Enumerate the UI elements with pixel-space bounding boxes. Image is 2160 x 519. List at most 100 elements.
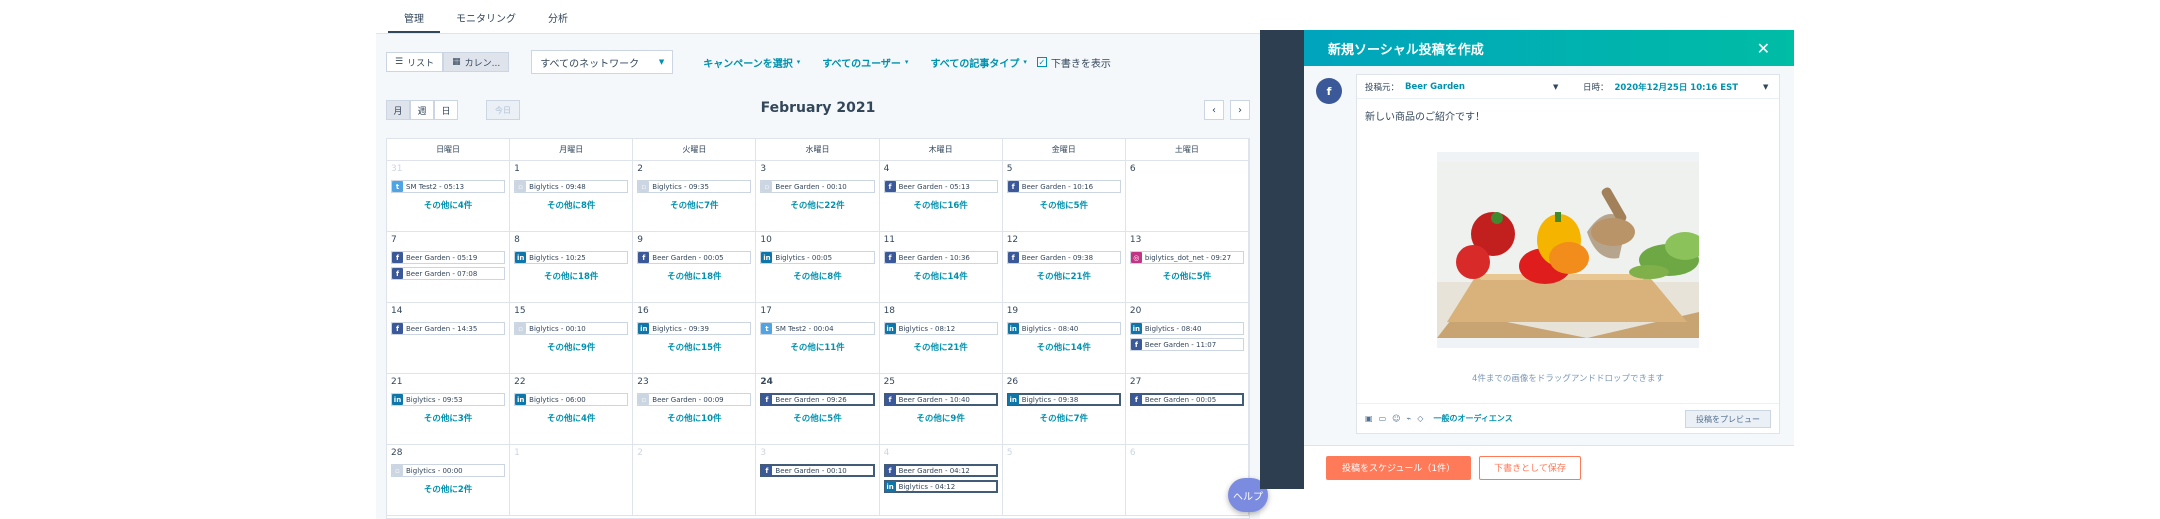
calendar-day[interactable]: 3 ▫ Beer Garden - 00:10 その他に22件: [756, 161, 880, 232]
calendar-post[interactable]: f Beer Garden - 05:13: [883, 180, 998, 193]
calendar-day[interactable]: 31 t SM Test2 - 05:13 その他に4件: [387, 161, 511, 232]
calendar-day[interactable]: 1: [510, 445, 634, 516]
calendar-day[interactable]: 23 ▫ Beer Garden - 00:09 その他に10件: [633, 374, 757, 445]
calendar-day[interactable]: 6: [1125, 161, 1249, 232]
calendar-post[interactable]: in Biglytics - 09:39: [637, 322, 752, 335]
range-month-button[interactable]: 月: [386, 100, 410, 120]
calendar-post[interactable]: in Biglytics - 06:00: [514, 393, 629, 406]
more-posts-link[interactable]: その他に22件: [760, 199, 874, 211]
calendar-day[interactable]: 27 f Beer Garden - 00:05: [1125, 374, 1249, 445]
calendar-day[interactable]: 9 f Beer Garden - 00:05 その他に18件: [633, 232, 757, 303]
calendar-post[interactable]: f Beer Garden - 10:40: [883, 393, 998, 406]
calendar-post[interactable]: ▫ Beer Garden - 00:09: [637, 393, 752, 406]
more-posts-link[interactable]: その他に2件: [391, 483, 505, 495]
calendar-post[interactable]: f Beer Garden - 04:12: [883, 464, 998, 477]
calendar-day[interactable]: 22 in Biglytics - 06:00 その他に4件: [510, 374, 634, 445]
calendar-day[interactable]: 5: [1002, 445, 1126, 516]
more-posts-link[interactable]: その他に11件: [760, 341, 874, 353]
image-icon[interactable]: ▣: [1365, 414, 1373, 423]
post-type-filter[interactable]: すべての記事タイプ ▾: [930, 55, 1026, 70]
calendar-day[interactable]: 21 in Biglytics - 09:53 その他に3件: [387, 374, 511, 445]
calendar-day[interactable]: 10 in Biglytics - 00:05 その他に8件: [756, 232, 880, 303]
more-posts-link[interactable]: その他に21件: [1007, 270, 1121, 282]
audience-selector[interactable]: 一般のオーディエンス: [1433, 413, 1512, 424]
more-posts-link[interactable]: その他に16件: [884, 199, 998, 211]
calendar-day[interactable]: 7 f Beer Garden - 05:19 f Beer Garden - 07:0…: [387, 232, 511, 303]
calendar-day[interactable]: 4 f Beer Garden - 04:12 in Biglytics - 04:12: [879, 445, 1003, 516]
more-posts-link[interactable]: その他に14件: [884, 270, 998, 282]
range-day-button[interactable]: 日: [434, 100, 458, 120]
video-icon[interactable]: ▭: [1379, 414, 1387, 423]
calendar-day[interactable]: 24 f Beer Garden - 09:26 その他に5件: [756, 374, 880, 445]
calendar-day[interactable]: 1 ▫ Biglytics - 09:48 その他に8件: [510, 161, 634, 232]
calendar-post[interactable]: f Beer Garden - 10:16: [1006, 180, 1121, 193]
more-posts-link[interactable]: その他に8件: [760, 270, 874, 282]
calendar-post[interactable]: f Beer Garden - 09:26: [760, 393, 875, 406]
emoji-icon[interactable]: ☺: [1392, 414, 1400, 423]
date-picker[interactable]: 2020年12月25日 10:16 EST: [1615, 81, 1739, 93]
calendar-day[interactable]: 8 in Biglytics - 10:25 その他に18件: [510, 232, 634, 303]
calendar-post[interactable]: f Beer Garden - 09:38: [1006, 251, 1121, 264]
calendar-post[interactable]: f Beer Garden - 00:05: [1129, 393, 1244, 406]
calendar-post[interactable]: in Biglytics - 09:38: [1006, 393, 1121, 406]
more-posts-link[interactable]: その他に5件: [760, 412, 874, 424]
calendar-day[interactable]: 25 f Beer Garden - 10:40 その他に9件: [879, 374, 1003, 445]
post-text-editor[interactable]: 新しい商品のご紹介です！: [1357, 99, 1779, 132]
calendar-day[interactable]: 20 in Biglytics - 08:40 f Beer Garden - 11:0…: [1125, 303, 1249, 374]
more-posts-link[interactable]: その他に18件: [637, 270, 751, 282]
calendar-day[interactable]: 26 in Biglytics - 09:38 その他に7件: [1002, 374, 1126, 445]
schedule-post-button[interactable]: 投稿をスケジュール（1件）: [1326, 455, 1472, 480]
calendar-day[interactable]: 2: [633, 445, 757, 516]
more-posts-link[interactable]: その他に7件: [1007, 412, 1121, 424]
calendar-post[interactable]: in Biglytics - 09:53: [391, 393, 506, 406]
calendar-post[interactable]: t SM Test2 - 00:04: [760, 322, 875, 335]
preview-post-button[interactable]: 投稿をプレビュー: [1685, 410, 1771, 428]
calendar-post[interactable]: f Beer Garden - 07:08: [391, 267, 506, 280]
more-posts-link[interactable]: その他に9件: [884, 412, 998, 424]
calendar-post[interactable]: ▫ Biglytics - 09:48: [514, 180, 629, 193]
calendar-post[interactable]: in Biglytics - 08:12: [883, 322, 998, 335]
calendar-day[interactable]: 19 in Biglytics - 08:40 その他に14件: [1002, 303, 1126, 374]
network-select[interactable]: すべてのネットワーク ▼: [531, 50, 674, 74]
calendar-post[interactable]: in Biglytics - 00:05: [760, 251, 875, 264]
calendar-day[interactable]: 18 in Biglytics - 08:12 その他に21件: [879, 303, 1003, 374]
calendar-post[interactable]: ▫ Biglytics - 09:35: [637, 180, 752, 193]
more-posts-link[interactable]: その他に8件: [514, 199, 628, 211]
calendar-day[interactable]: 17 t SM Test2 - 00:04 その他に11件: [756, 303, 880, 374]
calendar-post[interactable]: f Beer Garden - 00:10: [760, 464, 875, 477]
attached-image[interactable]: [1437, 152, 1699, 348]
range-week-button[interactable]: 週: [410, 100, 434, 120]
tab-monitoring[interactable]: モニタリング: [440, 0, 532, 34]
calendar-day[interactable]: 2 ▫ Biglytics - 09:35 その他に7件: [633, 161, 757, 232]
calendar-day[interactable]: 28 ▫ Biglytics - 00:00 その他に2件: [387, 445, 511, 516]
calendar-post[interactable]: ▫ Biglytics - 00:10: [514, 322, 629, 335]
users-filter[interactable]: すべてのユーザー ▾: [822, 55, 908, 70]
campaign-filter[interactable]: キャンペーンを選択 ▾: [703, 55, 800, 70]
more-posts-link[interactable]: その他に15件: [637, 341, 751, 353]
tab-manage[interactable]: 管理: [388, 0, 440, 34]
calendar-post[interactable]: t SM Test2 - 05:13: [391, 180, 506, 193]
calendar-view-button[interactable]: ▦ カレン...: [443, 52, 510, 72]
save-draft-button[interactable]: 下書きとして保存: [1479, 455, 1581, 480]
list-view-button[interactable]: ☰ リスト: [386, 52, 444, 72]
calendar-day[interactable]: 12 f Beer Garden - 09:38 その他に21件: [1002, 232, 1126, 303]
from-account-select[interactable]: Beer Garden: [1405, 82, 1465, 92]
next-month-button[interactable]: ›: [1230, 100, 1250, 120]
calendar-post[interactable]: f Beer Garden - 10:36: [883, 251, 998, 264]
show-drafts-checkbox[interactable]: ✓ 下書きを表示: [1036, 55, 1111, 70]
calendar-post[interactable]: ◎ biglytics_dot_net - 09:27: [1129, 251, 1244, 264]
more-posts-link[interactable]: その他に4件: [391, 199, 505, 211]
more-posts-link[interactable]: その他に5件: [1130, 270, 1244, 282]
calendar-post[interactable]: in Biglytics - 08:40: [1129, 322, 1244, 335]
calendar-day[interactable]: 14 f Beer Garden - 14:35: [387, 303, 511, 374]
today-button[interactable]: 今日: [486, 100, 520, 120]
calendar-day[interactable]: 16 in Biglytics - 09:39 その他に15件: [633, 303, 757, 374]
more-posts-link[interactable]: その他に9件: [514, 341, 628, 353]
calendar-post[interactable]: in Biglytics - 04:12: [883, 480, 998, 493]
more-posts-link[interactable]: その他に10件: [637, 412, 751, 424]
calendar-day[interactable]: 13 ◎ biglytics_dot_net - 09:27 その他に5件: [1125, 232, 1249, 303]
more-posts-link[interactable]: その他に14件: [1007, 341, 1121, 353]
more-posts-link[interactable]: その他に5件: [1007, 199, 1121, 211]
calendar-day[interactable]: 4 f Beer Garden - 05:13 その他に16件: [879, 161, 1003, 232]
more-posts-link[interactable]: その他に18件: [514, 270, 628, 282]
